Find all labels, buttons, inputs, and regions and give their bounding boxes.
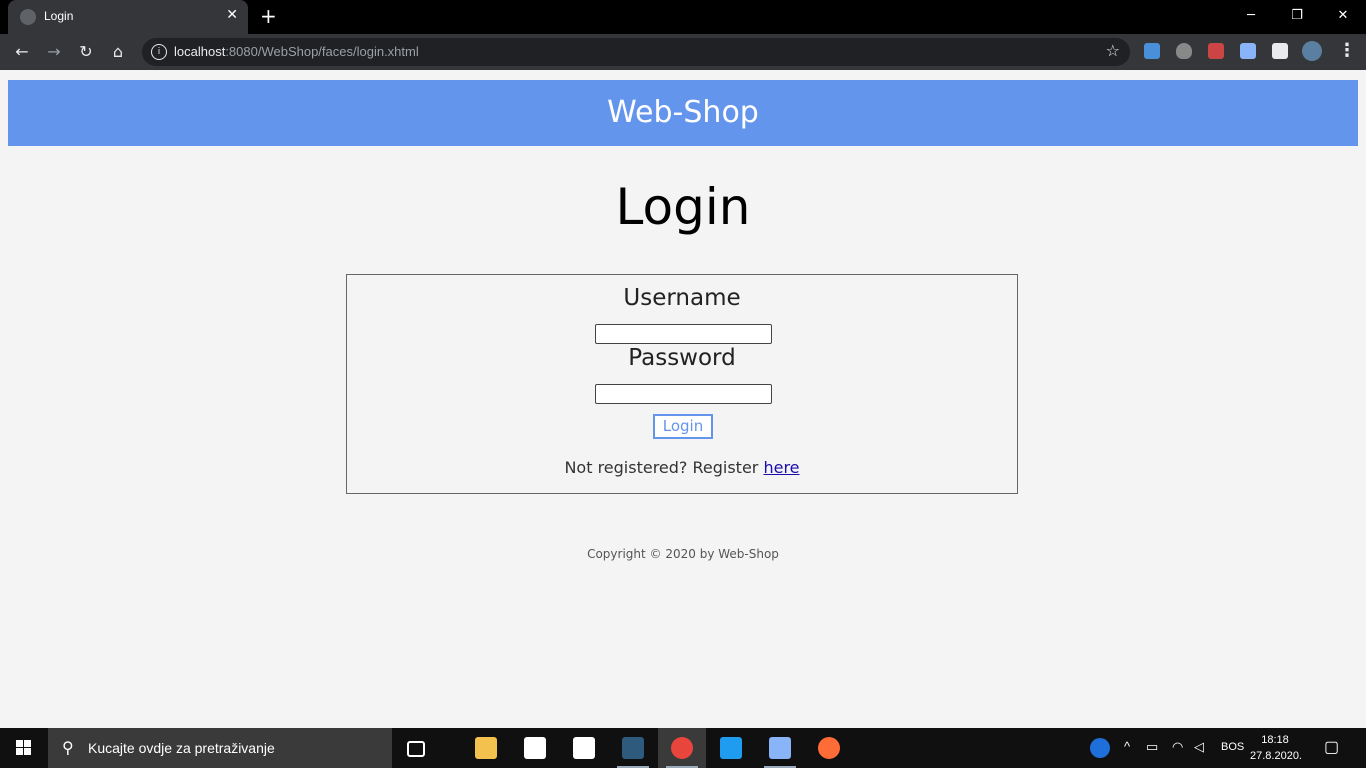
globe-icon: [20, 9, 36, 25]
address-bar[interactable]: i localhost:8080/WebShop/faces/login.xht…: [142, 38, 1130, 66]
taskbar-app-store[interactable]: [511, 728, 559, 768]
password-label: Password: [628, 345, 736, 371]
taskbar-app-virtualbox[interactable]: [756, 728, 804, 768]
taskbar-app-vscode[interactable]: [707, 728, 755, 768]
chrome-icon: [671, 737, 693, 759]
help-tray-icon[interactable]: [1090, 738, 1110, 758]
reload-icon[interactable]: ↻: [76, 42, 96, 62]
menu-dots-icon[interactable]: ⋮: [1338, 40, 1356, 61]
username-field[interactable]: [595, 324, 772, 344]
tab-title: Login: [44, 9, 74, 23]
search-icon: ⚲: [62, 738, 74, 757]
battery-icon[interactable]: ▭: [1146, 739, 1158, 755]
notifications-icon[interactable]: ▢: [1324, 737, 1339, 757]
windows-logo-icon: [24, 748, 31, 755]
volume-icon[interactable]: ◁: [1194, 739, 1204, 755]
close-window-icon[interactable]: ✕: [1320, 4, 1366, 28]
windows-logo-icon: [16, 748, 23, 755]
login-form: Username Password Login Not registered? …: [346, 274, 1018, 494]
minimize-icon[interactable]: ─: [1228, 4, 1274, 28]
page-title: Login: [615, 178, 751, 236]
home-icon[interactable]: ⌂: [108, 42, 128, 62]
search-placeholder: Kucajte ovdje za pretraživanje: [88, 740, 275, 756]
taskbar-search-box[interactable]: ⚲ Kucajte ovdje za pretraživanje: [48, 728, 392, 768]
register-prompt-text: Not registered? Register: [564, 458, 764, 477]
extension-icon[interactable]: [1208, 43, 1224, 59]
site-header: Web-Shop: [8, 80, 1358, 146]
new-tab-button[interactable]: +: [260, 4, 277, 28]
download-extension-icon[interactable]: [1144, 43, 1160, 59]
language-indicator[interactable]: BOS: [1221, 741, 1244, 753]
url-text[interactable]: localhost:8080/WebShop/faces/login.xhtml: [174, 44, 419, 59]
store-icon: [524, 737, 546, 759]
chevron-up-icon[interactable]: ^: [1124, 739, 1130, 754]
windows-logo-icon: [16, 740, 23, 747]
url-host: localhost: [174, 44, 226, 59]
clock-time: 18:18: [1261, 734, 1289, 746]
login-button[interactable]: Login: [653, 414, 713, 439]
browser-tab-bar: Login ✕ + ─ ❐ ✕: [0, 0, 1366, 34]
taskbar-app-file-explorer[interactable]: [462, 728, 510, 768]
windows-taskbar: ⚲ Kucajte ovdje za pretraživanje ^ ▭ ◠ ◁…: [0, 728, 1366, 768]
url-path: :8080/WebShop/faces/login.xhtml: [225, 44, 419, 59]
site-title: Web-Shop: [607, 95, 759, 130]
page-content: Web-Shop Login Username Password Login N…: [0, 70, 1366, 728]
taskbar-clock[interactable]: 18:18 27.8.2020.: [1250, 732, 1302, 764]
wifi-icon[interactable]: ◠: [1172, 739, 1183, 755]
taskbar-app-mysql-workbench[interactable]: [609, 728, 657, 768]
cube-app-icon: [769, 737, 791, 759]
restore-icon[interactable]: ❐: [1274, 4, 1320, 28]
browser-toolbar: ← → ↻ ⌂ i localhost:8080/WebShop/faces/l…: [0, 34, 1366, 70]
bookmark-star-icon[interactable]: ☆: [1106, 41, 1120, 60]
task-view-icon: [407, 741, 425, 757]
taskbar-app-postman[interactable]: [805, 728, 853, 768]
windows-start-button[interactable]: [0, 728, 48, 768]
username-label: Username: [623, 285, 741, 311]
back-arrow-icon[interactable]: ←: [12, 42, 32, 62]
taskbar-app-amazon[interactable]: [560, 728, 608, 768]
taskbar-app-chrome[interactable]: [658, 728, 706, 768]
close-tab-icon[interactable]: ✕: [226, 7, 238, 23]
forward-arrow-icon[interactable]: →: [44, 42, 64, 62]
password-field[interactable]: [595, 384, 772, 404]
register-link[interactable]: here: [763, 458, 799, 477]
register-prompt: Not registered? Register here: [347, 458, 1017, 477]
clock-date: 27.8.2020.: [1250, 750, 1302, 762]
vscode-icon: [720, 737, 742, 759]
cube-extension-icon[interactable]: [1240, 43, 1256, 59]
shield-extension-icon[interactable]: [1176, 43, 1192, 59]
mysql-workbench-icon: [622, 737, 644, 759]
profile-avatar[interactable]: [1302, 41, 1322, 61]
copyright-footer: Copyright © 2020 by Web-Shop: [587, 547, 779, 561]
browser-tab[interactable]: Login ✕: [8, 0, 248, 34]
windows-logo-icon: [24, 740, 31, 747]
postman-icon: [818, 737, 840, 759]
task-view-button[interactable]: [392, 728, 440, 768]
folder-icon: [475, 737, 497, 759]
puzzle-extensions-icon[interactable]: [1272, 43, 1288, 59]
site-info-icon[interactable]: i: [151, 44, 167, 60]
amazon-icon: [573, 737, 595, 759]
